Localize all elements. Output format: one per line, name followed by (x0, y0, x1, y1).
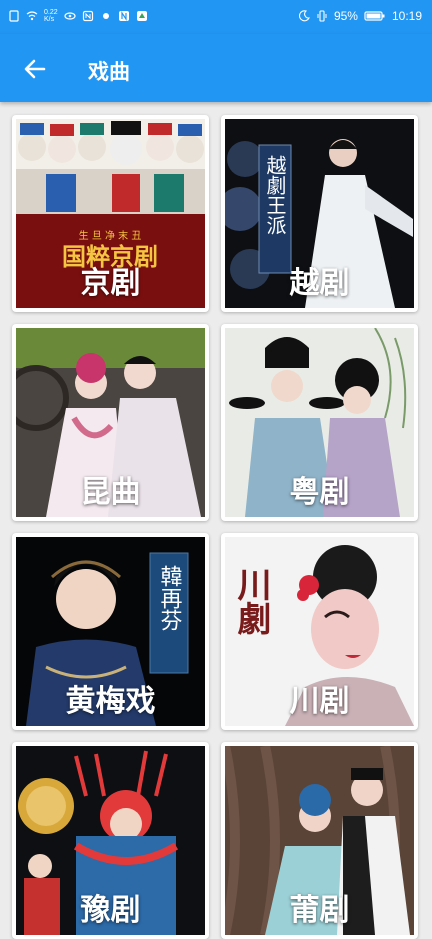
card-kunqu[interactable]: 昆曲 (12, 324, 209, 521)
chuanju-vertical-text: 川劇 (231, 567, 271, 636)
status-left-icons: 0.22 K/s (8, 9, 148, 23)
network-speed: 0.22 K/s (44, 9, 58, 23)
moon-icon (298, 10, 310, 22)
card-label: 越剧 (289, 266, 350, 301)
card-label: 粤剧 (289, 475, 350, 510)
card-yuju[interactable]: 豫剧 (12, 742, 209, 939)
jingju-top-text: 生 旦 净 末 丑 (79, 229, 142, 242)
card-label: 京剧 (80, 266, 141, 301)
page-title: 戏曲 (88, 60, 130, 84)
nfc-icon (82, 10, 93, 22)
vibrate-icon (317, 10, 327, 22)
app-bar: 戏曲 (0, 34, 432, 102)
card-puju[interactable]: 莆剧 (221, 742, 418, 939)
arrow-left-icon (24, 59, 46, 79)
card-label: 昆曲 (80, 475, 141, 510)
eye-icon (64, 12, 76, 20)
clock: 10:19 (391, 9, 422, 23)
card-huangmeixi[interactable]: 韓再芬 黄梅戏 (12, 533, 209, 730)
card-jingju[interactable]: 生 旦 净 末 丑 国粹京剧 京剧 (12, 115, 209, 312)
huangmeixi-vertical-text: 韓再芬 (157, 565, 183, 631)
wifi-icon (26, 11, 38, 21)
card-yueju[interactable]: 越劇王派 越剧 (221, 115, 418, 312)
back-button[interactable] (20, 54, 50, 84)
card-label: 豫剧 (80, 893, 141, 928)
card-yueju-cantonese[interactable]: 粤剧 (221, 324, 418, 521)
yueju-vertical-text: 越劇王派 (263, 155, 287, 235)
battery-percent: 95% (333, 9, 358, 23)
store-app-icon (136, 11, 147, 21)
card-label: 莆剧 (289, 893, 350, 928)
card-label: 川剧 (289, 684, 350, 719)
battery-icon (364, 11, 385, 21)
card-chuanju[interactable]: 川劇 川剧 (221, 533, 418, 730)
status-bar: 0.22 K/s 95% 10:19 (0, 0, 432, 34)
dot-icon (102, 13, 109, 19)
sim-icon (9, 10, 19, 22)
card-label: 黄梅戏 (65, 684, 156, 719)
n-app-icon (118, 11, 129, 21)
status-right-icons: 95% 10:19 (298, 9, 422, 23)
